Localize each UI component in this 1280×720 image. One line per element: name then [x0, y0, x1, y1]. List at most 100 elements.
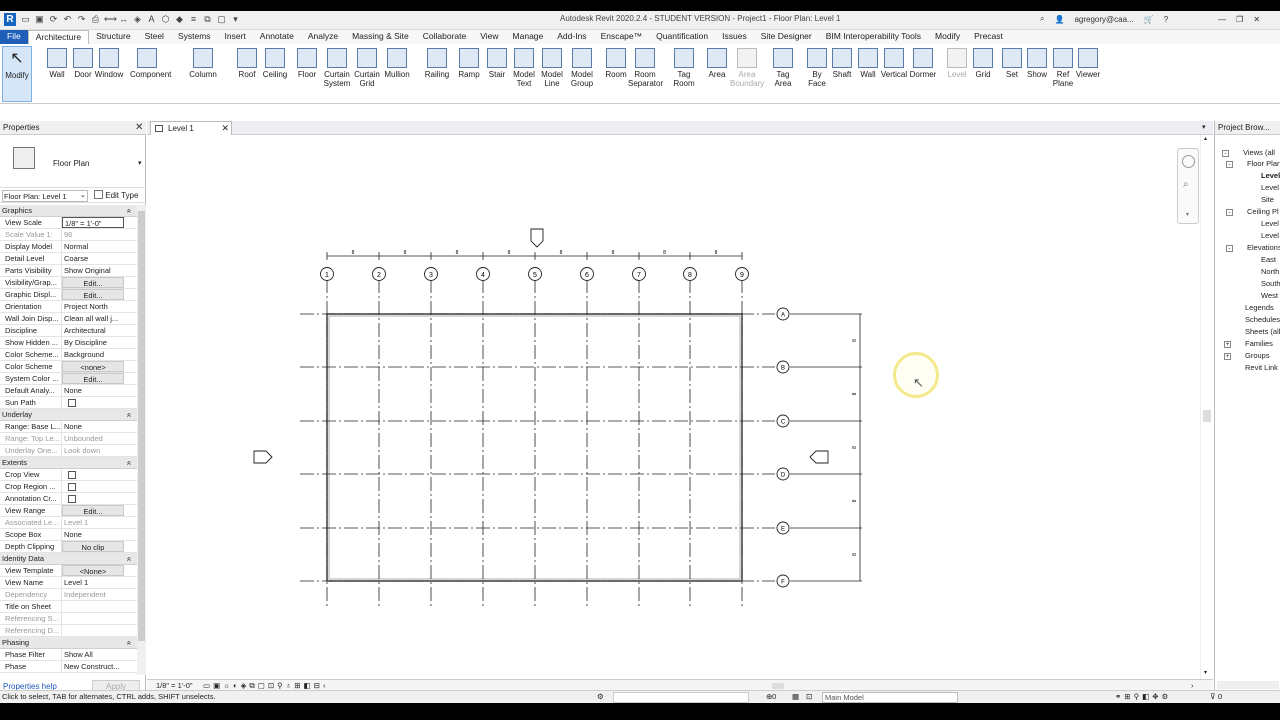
property-value[interactable]: Show Original	[62, 265, 124, 276]
collapse-icon[interactable]: -	[1226, 209, 1233, 216]
property-value[interactable]: New Construct...	[62, 661, 124, 672]
mullion-tool-button[interactable]: Mullion	[380, 46, 414, 102]
user-name[interactable]: agregory@caa...	[1074, 15, 1133, 24]
modify-button[interactable]: ↖ Modify	[2, 46, 32, 102]
visual-style-icon[interactable]: ▣	[213, 681, 223, 690]
browser-item[interactable]: Groups	[1245, 351, 1270, 361]
property-group[interactable]: Identity Data	[0, 553, 137, 565]
properties-scrollbar[interactable]	[137, 205, 146, 675]
worksharing-icon[interactable]: ⚙	[597, 691, 604, 703]
chevron-down-icon[interactable]: ▾	[1186, 211, 1189, 218]
tab-manage[interactable]: Manage	[506, 30, 551, 44]
browser-item[interactable]: Legends	[1245, 303, 1274, 313]
property-value[interactable]: Look down	[62, 445, 124, 456]
tab-structure[interactable]: Structure	[89, 30, 138, 44]
tag-area-tool-button[interactable]: Tag Area	[766, 46, 800, 102]
property-value[interactable]: None	[62, 421, 124, 432]
scroll-thumb[interactable]	[1203, 410, 1211, 422]
tab-steel[interactable]: Steel	[138, 30, 171, 44]
tab-bim-interoperability-tools[interactable]: BIM Interoperability Tools	[819, 30, 928, 44]
property-row[interactable]: Color Scheme <none>	[0, 361, 137, 373]
property-checkbox[interactable]	[62, 469, 124, 480]
select-by-face-icon[interactable]: ◧	[1142, 692, 1152, 701]
property-row[interactable]: Underlay One... Look down	[0, 445, 137, 457]
tab-enscape[interactable]: Enscape™	[594, 30, 650, 44]
property-group[interactable]: Underlay	[0, 409, 137, 421]
browser-item[interactable]: Level	[1261, 219, 1279, 229]
property-row[interactable]: Default Analy... None	[0, 385, 137, 397]
tab-list-icon[interactable]: ▾	[1202, 123, 1206, 131]
undo-icon[interactable]: ↶	[62, 14, 73, 25]
tab-site-designer[interactable]: Site Designer	[754, 30, 819, 44]
property-row[interactable]: Detail Level Coarse	[0, 253, 137, 265]
property-value[interactable]: By Discipline	[62, 337, 124, 348]
ceiling-tool-button[interactable]: Ceiling	[258, 46, 292, 102]
sync-icon[interactable]: ⟳	[48, 14, 59, 25]
property-checkbox[interactable]	[62, 397, 124, 408]
browser-item[interactable]: South	[1261, 279, 1280, 289]
property-row[interactable]: View Scale 1/8" = 1'-0"	[0, 217, 137, 229]
browser-item[interactable]: Views (all	[1243, 148, 1275, 158]
maximize-button[interactable]: ❐	[1236, 15, 1243, 24]
tab-precast[interactable]: Precast	[967, 30, 1010, 44]
tab-architecture[interactable]: Architecture	[27, 30, 90, 44]
browser-item[interactable]: East	[1261, 255, 1276, 265]
tab-quantification[interactable]: Quantification	[649, 30, 715, 44]
property-value[interactable]: <None>	[62, 565, 124, 576]
property-value[interactable]: None	[62, 385, 124, 396]
property-value[interactable]: No clip	[62, 541, 124, 552]
browser-item[interactable]: Level	[1261, 171, 1280, 181]
west-elevation-marker[interactable]	[253, 450, 273, 464]
expand-icon[interactable]: +	[1224, 341, 1231, 348]
property-row[interactable]: Dependency Independent	[0, 589, 137, 601]
property-value[interactable]	[62, 625, 124, 636]
temporary-hide-icon[interactable]: ⚲	[277, 681, 286, 690]
tag-room-tool-button[interactable]: Tag Room	[667, 46, 701, 102]
tab-file[interactable]: File	[0, 30, 28, 44]
model-selector[interactable]: Main Model	[822, 692, 958, 703]
room-separator-tool-button[interactable]: Room Separator	[628, 46, 663, 102]
tab-massing-site[interactable]: Massing & Site	[345, 30, 416, 44]
customize-qat-icon[interactable]: ▾	[230, 14, 241, 25]
exterior-wall[interactable]	[326, 313, 743, 582]
property-row[interactable]: View Range Edit...	[0, 505, 137, 517]
property-value[interactable]: Independent	[62, 589, 124, 600]
chevron-down-icon[interactable]: ▾	[138, 159, 142, 167]
property-row[interactable]: Parts Visibility Show Original	[0, 265, 137, 277]
property-group[interactable]: Phasing	[0, 637, 137, 649]
tab-modify[interactable]: Modify	[928, 30, 967, 44]
browser-item[interactable]: North	[1261, 267, 1279, 277]
property-row[interactable]: Crop View	[0, 469, 137, 481]
reveal-hidden-icon[interactable]: ♁	[286, 681, 295, 690]
workset-selector[interactable]	[613, 692, 749, 703]
property-group[interactable]: Graphics	[0, 205, 137, 217]
property-value[interactable]: 1/8" = 1'-0"	[62, 217, 124, 228]
property-row[interactable]: Orientation Project North	[0, 301, 137, 313]
property-value[interactable]: Show All	[62, 649, 124, 660]
browser-item[interactable]: West	[1261, 291, 1278, 301]
switch-windows-icon[interactable]: ▢	[216, 14, 227, 25]
curtain-grid-tool-button[interactable]: Curtain Grid	[350, 46, 384, 102]
minimize-button[interactable]: —	[1218, 15, 1226, 24]
property-row[interactable]: Wall Join Disp... Clean all wall j...	[0, 313, 137, 325]
property-row[interactable]: Referencing D...	[0, 625, 137, 637]
north-elevation-marker[interactable]	[530, 228, 544, 248]
floor-tool-button[interactable]: Floor	[290, 46, 324, 102]
tab-issues[interactable]: Issues	[715, 30, 754, 44]
property-value[interactable]	[62, 613, 124, 624]
property-value[interactable]: Edit...	[62, 373, 124, 384]
select-pinned-icon[interactable]: ⚲	[1134, 692, 1143, 701]
section-icon[interactable]: ◆	[174, 14, 185, 25]
property-row[interactable]: Scale Value 1: 96	[0, 229, 137, 241]
property-value[interactable]: Edit...	[62, 505, 124, 516]
area-boundary-tool-button[interactable]: Area Boundary	[730, 46, 764, 102]
property-value[interactable]: Unbounded	[62, 433, 124, 444]
hscroll-left-icon[interactable]: ‹	[323, 681, 329, 690]
close-icon[interactable]: ✕	[135, 122, 143, 134]
property-row[interactable]: View Name Level 1	[0, 577, 137, 589]
tab-systems[interactable]: Systems	[171, 30, 218, 44]
detail-level-icon[interactable]: ▭	[203, 681, 213, 690]
tab-view[interactable]: View	[473, 30, 505, 44]
browser-item[interactable]: Ceiling Pl	[1247, 207, 1279, 217]
drawing-canvas[interactable]: 1 2 3 4 5 6 7 8 9 8 8 8 8 8 8 8 8 A 8 B 8 C 8 D 8 E 8 F	[147, 135, 1213, 679]
